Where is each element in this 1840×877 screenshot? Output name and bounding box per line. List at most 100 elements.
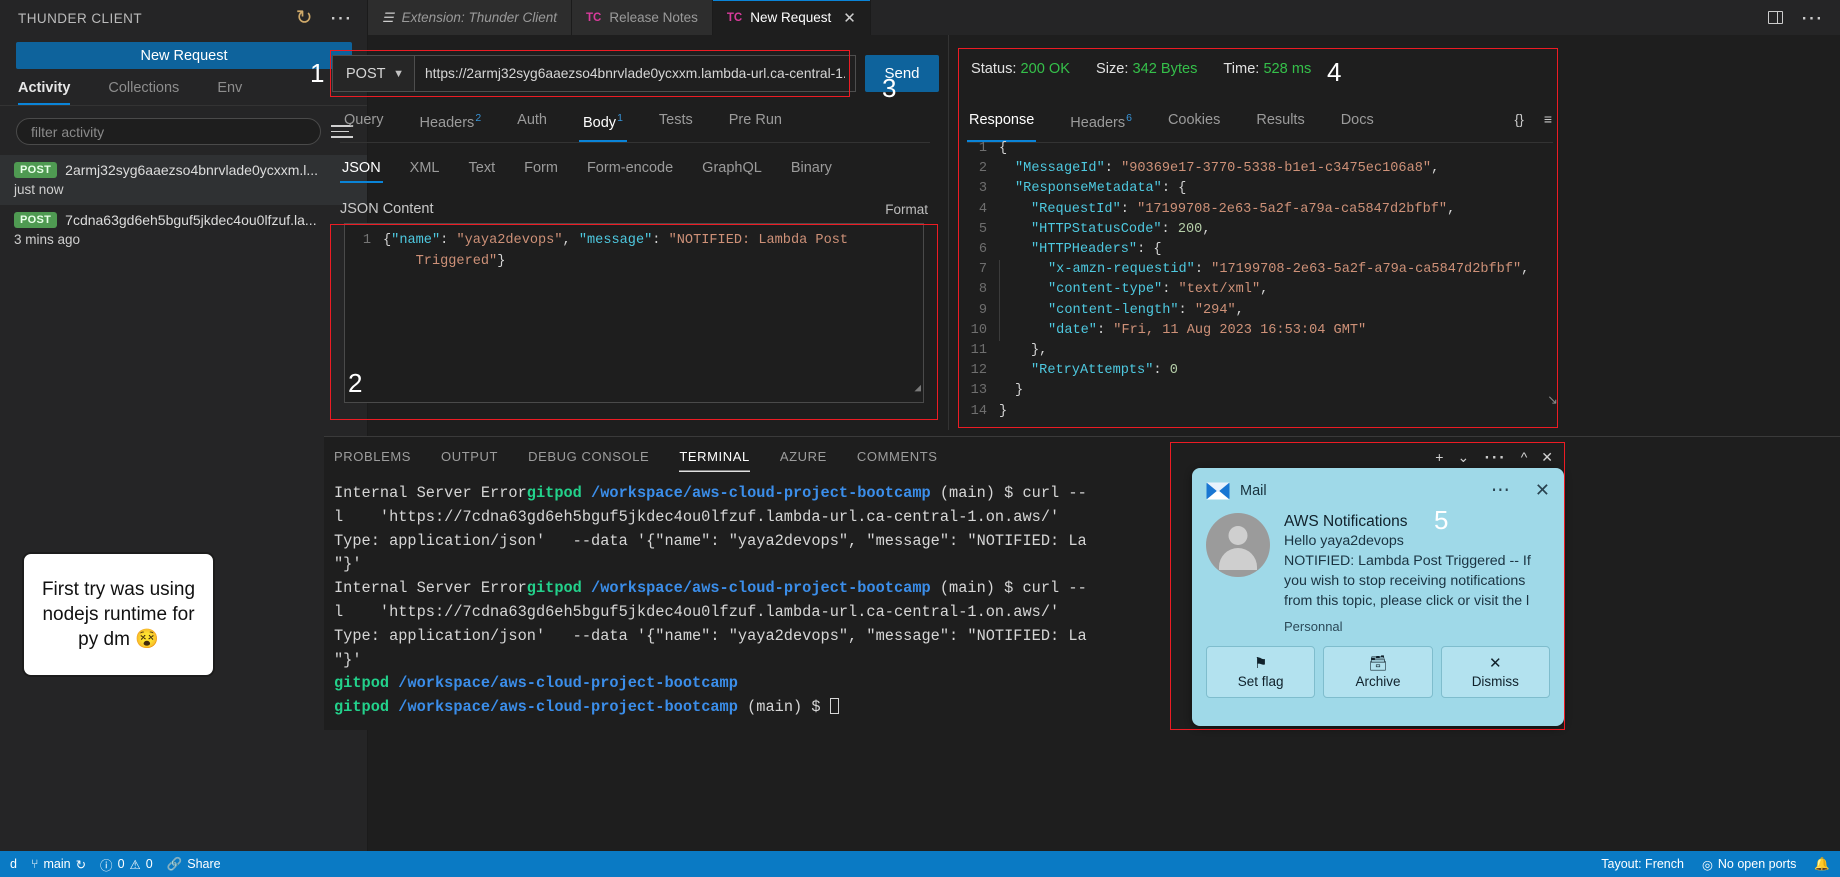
body-tab-form[interactable]: Form [522,157,560,183]
response-code-line: 9 "content-length": "294", [957,300,1557,321]
terminal-line: "}' [334,650,362,669]
tab-query[interactable]: Query [340,107,388,142]
tab-extension-thunder-client[interactable]: ☰ Extension: Thunder Client [368,0,572,35]
json-content-label: JSON Content [340,201,434,217]
filter-activity-input[interactable] [16,118,321,145]
response-code-line: 7 "x-amzn-requestid": "17199708-2e63-5a2f… [957,260,1557,281]
body-tab-binary[interactable]: Binary [789,157,834,183]
panel-tab-terminal[interactable]: TERMINAL [679,449,750,472]
body-type-tabs: JSON XML Text Form Form-encode GraphQL B… [340,157,834,183]
line-number: 7 [978,262,987,278]
vscode-window: THUNDER CLIENT ↻ ⋯ New Request Activity … [0,0,1840,877]
response-code-line: 4 "RequestId": "17199708-2e63-5a2f-a79a-c… [957,200,1557,220]
format-button[interactable]: Format [885,202,928,217]
tab-label: Release Notes [609,10,698,25]
archive-button[interactable]: 🗃 Archive [1323,646,1433,698]
problems-indicator[interactable]: ⓘ 0 ⚠ 0 [100,855,153,874]
share-button[interactable]: 🔗 Share [167,857,221,872]
url-input[interactable] [414,55,856,92]
resize-grip-icon[interactable]: ◢ [914,379,921,400]
thunder-client-sidebar: THUNDER CLIENT ↻ ⋯ New Request Activity … [0,0,368,858]
tab-new-request[interactable]: TC New Request ✕ [712,0,871,35]
line-number: 1 [978,141,987,156]
resize-grip-icon[interactable]: ↘ [1547,392,1558,408]
code-text: "RequestId": "17199708-2e63-5a2f-a79a-ca… [1031,201,1456,217]
panel-tab-problems[interactable]: PROBLEMS [334,449,411,472]
line-number: 9 [978,302,987,318]
close-icon[interactable]: ✕ [1541,449,1553,466]
tab-tests[interactable]: Tests [655,107,697,142]
code-text: } [999,403,1008,419]
terminal-line: "}' [334,555,362,574]
activity-url: 7cdna63gd6eh5bguf5jkdec4ou0lfzuf.la... [65,212,317,228]
body-tab-text[interactable]: Text [467,157,498,183]
send-button[interactable]: Send [865,55,939,92]
panel-tab-output[interactable]: OUTPUT [441,449,498,472]
response-body-viewer[interactable]: 1{2 "MessageId": "90369e17-3770-5338-b1e1… [957,139,1557,423]
branch-indicator[interactable]: ⑂ main ↻ [31,857,86,872]
sidebar-tab-activity[interactable]: Activity [18,80,70,105]
tab-cookies[interactable]: Cookies [1166,107,1222,142]
panel-tab-debug-console[interactable]: DEBUG CONSOLE [528,449,649,472]
terminal-line: gitpod /workspace/aws-cloud-project-boot… [334,696,1840,720]
dismiss-button[interactable]: ✕ Dismiss [1440,646,1550,698]
body-tab-xml[interactable]: XML [408,157,442,183]
tab-release-notes[interactable]: TC Release Notes [572,0,713,35]
tab-body[interactable]: Body1 [579,107,627,142]
tab-docs[interactable]: Docs [1339,107,1376,142]
refresh-icon[interactable]: ↻ [296,8,313,28]
tab-results[interactable]: Results [1254,107,1306,142]
set-flag-button[interactable]: ⚑ Set flag [1206,646,1316,698]
sidebar-tab-collections[interactable]: Collections [108,80,179,105]
more-icon[interactable]: ⋯ [1801,6,1825,29]
sidebar-tab-env[interactable]: Env [217,80,242,105]
chevron-down-icon[interactable]: ⌄ [1457,449,1469,466]
line-number: 1 [362,233,371,248]
remote-indicator[interactable]: d [10,857,17,871]
tab-response-headers[interactable]: Headers6 [1068,107,1134,142]
add-icon[interactable]: + [1435,449,1443,465]
http-method-select[interactable]: POST ▼ [332,55,414,92]
more-icon[interactable]: ⋯ [1491,480,1511,500]
menu-icon[interactable]: ≡ [1544,111,1552,127]
tc-icon: TC [726,11,743,24]
tab-auth[interactable]: Auth [513,107,551,142]
response-tabs: Response Headers6 Cookies Results Docs [967,107,1553,143]
keyboard-layout[interactable]: Tayout: French [1601,857,1684,871]
maximize-icon[interactable]: ^ [1521,449,1528,465]
response-code-line: 5 "HTTPStatusCode": 200, [957,220,1557,240]
terminal-output[interactable]: Internal Server Errorgitpod /workspace/a… [324,472,1840,722]
ports-indicator[interactable]: ◎ No open ports [1702,857,1796,872]
activity-list: POST 2armj32syg6aaezso4bnrvlade0ycxxm.l.… [0,155,367,255]
activity-item[interactable]: POST 7cdna63gd6eh5bguf5jkdec4ou0lfzuf.la… [0,205,367,255]
response-status-row: Status: 200 OK Size: 342 Bytes Time: 528… [971,61,1311,77]
close-icon[interactable]: ✕ [1535,480,1550,501]
split-editor-icon[interactable] [1767,11,1783,24]
response-code-line: 14} [957,402,1557,422]
line-number: 10 [970,322,987,338]
body-tab-graphql[interactable]: GraphQL [700,157,764,183]
tab-pre-run[interactable]: Pre Run [725,107,786,142]
tab-headers[interactable]: Headers2 [416,107,486,142]
tab-label: Extension: Thunder Client [401,10,557,25]
braces-icon[interactable]: {} [1514,111,1523,127]
new-request-button[interactable]: New Request [16,42,352,69]
panel-tab-comments[interactable]: COMMENTS [857,449,938,472]
response-code-line: 10 "date": "Fri, 11 Aug 2023 16:53:04 GMT… [957,320,1557,342]
activity-item[interactable]: POST 2armj32syg6aaezso4bnrvlade0ycxxm.l.… [0,155,367,205]
panel-action-bar: + ⌄ ⋯ ^ ✕ [1171,443,1563,471]
tab-response[interactable]: Response [967,107,1036,142]
terminal-line: l 'https://7cdna63gd6eh5bguf5jkdec4ou0lf… [334,507,1060,526]
more-icon[interactable]: ⋯ [1483,446,1507,469]
bell-icon[interactable]: 🔔 [1814,857,1830,872]
chevron-down-icon: ▼ [393,67,404,80]
more-icon[interactable]: ⋯ [330,7,354,30]
close-icon[interactable]: ✕ [843,9,856,27]
terminal-line: Internal Server Errorgitpod /workspace/a… [334,484,1087,502]
panel-tab-azure[interactable]: AZURE [780,449,827,472]
annotation-number-1: 1 [310,58,325,88]
body-tab-json[interactable]: JSON [340,157,383,183]
method-badge: POST [14,212,58,228]
body-tab-form-encode[interactable]: Form-encode [585,157,675,183]
json-body-editor[interactable]: 1 {"name": "yaya2devops", "message": "NO… [344,223,924,403]
